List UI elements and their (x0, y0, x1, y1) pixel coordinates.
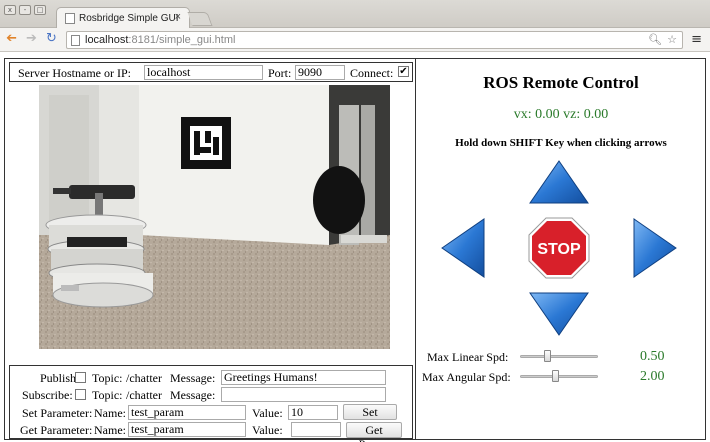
subscribe-label: Subscribe: (22, 388, 73, 402)
publish-checkbox[interactable] (75, 372, 86, 383)
address-bar[interactable]: localhost:8181/simple_gui.html 🔍︎ ☆ (66, 31, 683, 49)
max-linear-slider-thumb[interactable] (544, 350, 551, 362)
max-angular-slider-thumb[interactable] (552, 370, 559, 382)
max-linear-label: Max Linear Spd: (427, 350, 509, 364)
ros-io-form: Publish: Topic: /chatter Message: Greeti… (9, 365, 413, 442)
forward-arrow-icon[interactable]: ➔ (26, 31, 37, 47)
subscribe-message-output[interactable] (221, 387, 386, 402)
publish-message-input[interactable]: Greetings Humans! (221, 370, 386, 385)
remote-control-title: ROS Remote Control (483, 73, 639, 92)
host-input[interactable]: localhost (144, 65, 263, 80)
browser-tab[interactable]: Rosbridge Simple GUI × (56, 7, 190, 29)
page-icon (71, 35, 80, 46)
host-label: Server Hostname or IP: (18, 66, 131, 80)
new-tab-button[interactable] (187, 12, 213, 26)
address-url[interactable]: localhost:8181/simple_gui.html (85, 34, 235, 46)
window-maximize-button[interactable]: □ (34, 5, 46, 15)
arrow-left-button[interactable] (440, 217, 486, 279)
left-panel: Server Hostname or IP: localhost Port: 9… (4, 58, 416, 442)
zoom-icon[interactable]: 🔍︎ (648, 33, 662, 46)
port-label: Port: (268, 66, 292, 80)
stop-button[interactable]: STOP (528, 217, 590, 279)
set-param-button[interactable]: Set Param (343, 404, 397, 433)
camera-feed (39, 85, 390, 349)
max-angular-value: 2.00 (640, 369, 665, 384)
set-param-value-input[interactable]: 10 (288, 405, 338, 420)
publish-label: Publish: (40, 371, 80, 385)
stop-label: STOP (537, 241, 581, 258)
get-param-value-label: Value: (252, 423, 283, 437)
max-linear-slider[interactable] (520, 350, 598, 362)
subscribe-topic-label: Topic: (92, 388, 123, 402)
get-param-value-output[interactable] (291, 422, 341, 437)
reload-icon[interactable]: ↻ (46, 31, 57, 47)
publish-topic-label: Topic: (92, 371, 123, 385)
subscribe-topic-value: /chatter (126, 388, 162, 402)
velocity-readout: vx: 0.00 vz: 0.00 (513, 107, 609, 122)
tab-title: Rosbridge Simple GUI (79, 13, 179, 24)
bookmark-star-icon[interactable]: ☆ (667, 33, 677, 46)
back-arrow-icon[interactable]: ➔ (6, 31, 17, 47)
port-input[interactable]: 9090 (295, 65, 345, 80)
browser-menu-icon[interactable]: ≡ (691, 32, 702, 47)
browser-toolbar: ➔ ➔ ↻ localhost:8181/simple_gui.html 🔍︎ … (0, 28, 710, 52)
publish-topic-value: /chatter (126, 371, 162, 385)
max-linear-value: 0.50 (640, 349, 665, 364)
get-param-label: Get Parameter: (20, 423, 93, 437)
window-minimize-button[interactable]: - (19, 5, 31, 15)
browser-titlebar: x - □ Rosbridge Simple GUI × (0, 0, 710, 29)
get-param-button[interactable]: Get Param (346, 422, 402, 442)
arrow-up-button[interactable] (528, 159, 590, 205)
remote-control-panel: ROS Remote Control vx: 0.00 vz: 0.00 Hol… (416, 58, 706, 440)
camera-image (39, 85, 390, 349)
max-angular-slider[interactable] (520, 370, 598, 382)
subscribe-checkbox[interactable] (75, 389, 86, 400)
window-controls: x - □ (4, 5, 46, 15)
set-param-name-label: Name: (94, 406, 126, 420)
get-param-name-input[interactable]: test_param (128, 422, 246, 437)
connect-label: Connect: (350, 66, 394, 80)
tab-close-icon[interactable]: × (175, 11, 181, 23)
publish-message-label: Message: (170, 371, 216, 385)
arrow-down-button[interactable] (528, 291, 590, 337)
get-param-name-label: Name: (94, 423, 126, 437)
window-close-button[interactable]: x (4, 5, 16, 15)
set-param-value-label: Value: (252, 406, 283, 420)
set-param-name-input[interactable]: test_param (128, 405, 246, 420)
max-angular-label: Max Angular Spd: (422, 370, 511, 384)
shift-hint: Hold down SHIFT Key when clicking arrows (455, 137, 667, 149)
page-favicon-icon (65, 13, 75, 24)
arrow-right-button[interactable] (632, 217, 678, 279)
subscribe-message-label: Message: (170, 388, 216, 402)
connect-checkbox[interactable]: ✔ (398, 66, 409, 77)
connection-row: Server Hostname or IP: localhost Port: 9… (9, 62, 413, 82)
set-param-label: Set Parameter: (22, 406, 93, 420)
